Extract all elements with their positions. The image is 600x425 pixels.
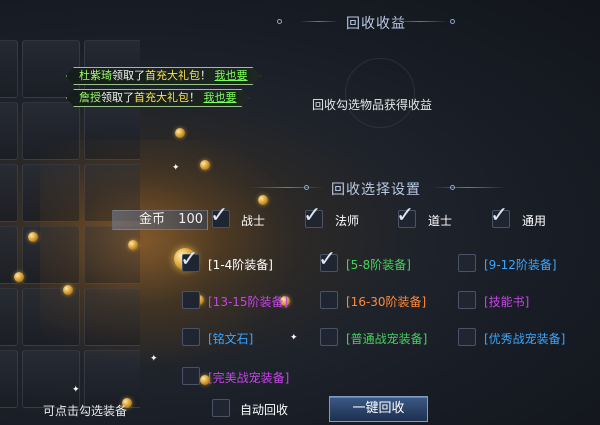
category-label: [5-8阶装备] — [346, 258, 411, 272]
inventory-slot[interactable] — [0, 164, 18, 222]
notice-claim-link[interactable]: 我也要 — [204, 91, 237, 104]
category-checkbox[interactable] — [458, 254, 476, 272]
category-label: [16-30阶装备] — [346, 295, 427, 309]
currency-value: 100 — [178, 212, 203, 227]
inventory-slot[interactable] — [22, 288, 80, 346]
header-dot-icon — [277, 19, 282, 24]
checkmark-icon: ✓ — [303, 203, 322, 228]
header-dot-icon — [450, 185, 455, 190]
header-divider — [432, 187, 506, 188]
class-label-mage: 法师 — [335, 214, 360, 228]
inventory-slot[interactable] — [0, 350, 18, 408]
notice-player-name: 詹授 — [79, 91, 101, 104]
notice-banner: 詹授领取了首充大礼包！ 我也要 — [66, 89, 250, 107]
class-label-warrior: 战士 — [241, 214, 266, 228]
checkmark-icon: ✓ — [318, 247, 337, 272]
class-label-general: 通用 — [522, 214, 547, 228]
recycle-income-description: 回收勾选物品获得收益 — [312, 98, 433, 112]
gold-currency-display: 金币 100 — [112, 210, 208, 230]
checkmark-icon: ✓ — [210, 203, 229, 228]
category-checkbox[interactable] — [458, 328, 476, 346]
category-label: [完美战宠装备] — [208, 371, 290, 385]
category-label: [铭文石] — [208, 332, 254, 346]
sparkle-icon: ✦ — [150, 354, 158, 364]
category-checkbox[interactable] — [182, 367, 200, 385]
notice-item: 首充大礼包 — [145, 69, 200, 82]
selection-settings-title: 回收选择设置 — [331, 182, 421, 198]
category-label: [优秀战宠装备] — [484, 332, 566, 346]
category-label: [9-12阶装备] — [484, 258, 557, 272]
notice-separator: ！ — [189, 91, 200, 104]
coin-particle — [175, 128, 185, 138]
one-click-recycle-button[interactable]: 一键回收 — [329, 396, 428, 422]
inventory-slot[interactable] — [22, 102, 80, 160]
notice-player-name: 杜紫琦 — [79, 69, 112, 82]
notice-item: 首充大礼包 — [134, 91, 189, 104]
recycle-emblem-icon — [345, 58, 415, 128]
inventory-slot[interactable] — [0, 102, 18, 160]
coin-particle — [200, 160, 210, 170]
inventory-slot[interactable] — [0, 40, 18, 98]
checkmark-icon: ✓ — [490, 203, 509, 228]
inventory-slot[interactable] — [84, 102, 140, 160]
sparkle-icon: ✦ — [290, 333, 298, 343]
header-dot-icon — [304, 185, 309, 190]
category-checkbox[interactable] — [182, 291, 200, 309]
notice-separator: ！ — [200, 69, 211, 82]
header-divider — [250, 187, 324, 188]
class-label-taoist: 道士 — [428, 214, 453, 228]
coin-particle — [128, 240, 138, 250]
coin-particle — [14, 272, 24, 282]
category-checkbox[interactable] — [182, 328, 200, 346]
inventory-slot[interactable] — [84, 226, 140, 284]
header-dot-icon — [450, 19, 455, 24]
sparkle-icon: ✦ — [72, 385, 80, 395]
notice-action: 领取了 — [101, 91, 134, 104]
category-label: [技能书] — [484, 295, 530, 309]
header-divider — [300, 21, 338, 22]
category-label: [13-15阶装备] — [208, 295, 289, 309]
inventory-slot[interactable] — [84, 350, 140, 408]
category-label: [1-4阶装备] — [208, 258, 273, 272]
coin-particle — [258, 195, 268, 205]
auto-recycle-checkbox[interactable] — [212, 399, 230, 417]
notice-banner: 杜紫琦领取了首充大礼包！ 我也要 — [66, 67, 261, 85]
coin-particle — [63, 285, 73, 295]
notice-action: 领取了 — [112, 69, 145, 82]
category-label: [普通战宠装备] — [346, 332, 428, 346]
sparkle-icon: ✦ — [172, 163, 180, 173]
coin-particle — [28, 232, 38, 242]
inventory-slot[interactable] — [22, 164, 80, 222]
inventory-slot[interactable] — [84, 288, 140, 346]
auto-recycle-label: 自动回收 — [240, 403, 289, 417]
category-checkbox[interactable] — [320, 328, 338, 346]
category-checkbox[interactable] — [320, 291, 338, 309]
inventory-slot[interactable] — [0, 288, 18, 346]
inventory-slot[interactable] — [22, 350, 80, 408]
checkmark-icon: ✓ — [180, 247, 199, 272]
currency-label: 金币 — [139, 212, 166, 227]
recycle-income-title: 回收收益 — [346, 16, 406, 32]
inventory-slot[interactable] — [22, 40, 80, 98]
category-checkbox[interactable] — [458, 291, 476, 309]
checkmark-icon: ✓ — [396, 203, 415, 228]
notice-claim-link[interactable]: 我也要 — [215, 69, 248, 82]
select-equipment-hint: 可点击勾选装备 — [43, 404, 128, 418]
